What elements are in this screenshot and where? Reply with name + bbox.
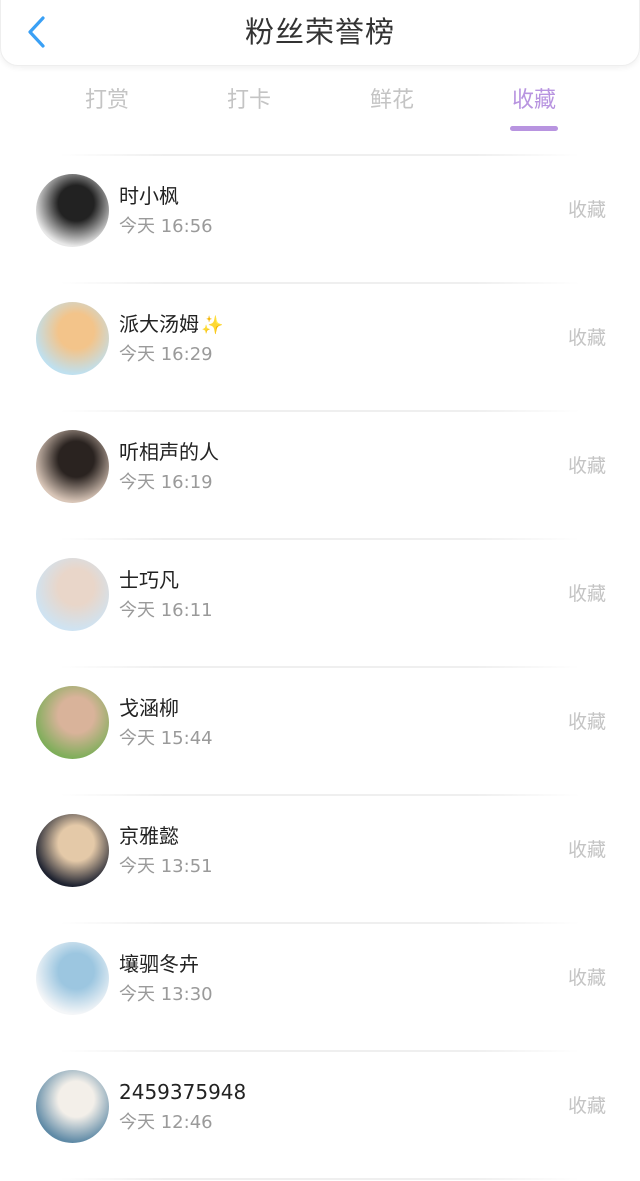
avatar[interactable]: [36, 302, 109, 375]
list-item[interactable]: 时小枫今天 16:56 收藏: [0, 154, 640, 282]
tab-favorites[interactable]: 收藏: [494, 86, 574, 131]
sparkle-icon: ✨: [201, 315, 224, 336]
fan-name-text: 派大汤姆: [119, 312, 199, 336]
favorite-label: 收藏: [567, 327, 606, 349]
fan-name-text: 壤驷冬卉: [119, 952, 199, 976]
top-bar: 粉丝荣誉榜: [0, 0, 640, 66]
list-item[interactable]: 戈涵柳今天 15:44 收藏: [0, 666, 640, 794]
avatar[interactable]: [36, 174, 109, 247]
fan-name: 时小枫: [119, 183, 179, 209]
tab-checkin[interactable]: 打卡: [209, 86, 289, 116]
avatar[interactable]: [36, 942, 109, 1015]
fan-name-text: 戈涵柳: [119, 696, 179, 720]
avatar[interactable]: [36, 1070, 109, 1143]
list-item[interactable]: 壤驷冬卉今天 13:30 收藏: [0, 922, 640, 1050]
timestamp: 今天 16:56: [119, 216, 213, 237]
favorite-label: 收藏: [567, 839, 606, 861]
favorite-label: 收藏: [567, 583, 606, 605]
avatar[interactable]: [36, 686, 109, 759]
timestamp: 今天 13:30: [119, 984, 213, 1005]
avatar[interactable]: [36, 814, 109, 887]
fan-name-text: 士巧凡: [119, 568, 179, 592]
fan-name-text: 京雅懿: [119, 824, 179, 848]
list-item[interactable]: 士巧凡今天 16:11 收藏: [0, 538, 640, 666]
favorite-label: 收藏: [567, 711, 606, 733]
fan-name: 派大汤姆 ✨: [119, 311, 223, 339]
avatar[interactable]: [36, 558, 109, 631]
timestamp: 今天 16:29: [119, 344, 213, 365]
page-title: 粉丝荣誉榜: [244, 15, 395, 49]
favorite-label: 收藏: [567, 455, 606, 477]
tab-bar: 打赏 打卡 鲜花 收藏: [0, 80, 640, 136]
fan-name: 2459375948: [119, 1079, 246, 1105]
list-item[interactable]: 派大汤姆 ✨ 今天 16:29 收藏: [0, 282, 640, 410]
favorite-label: 收藏: [567, 1095, 606, 1117]
active-tab-indicator: [510, 126, 558, 131]
timestamp: 今天 13:51: [119, 856, 213, 877]
favorite-label: 收藏: [567, 199, 606, 221]
timestamp: 今天 15:44: [119, 728, 213, 749]
fan-name: 士巧凡: [119, 567, 179, 593]
list-item[interactable]: 京雅懿今天 13:51 收藏: [0, 794, 640, 922]
fan-name: 京雅懿: [119, 823, 179, 849]
fan-name-text: 时小枫: [119, 184, 179, 208]
list-item[interactable]: 2459375948 今天 12:46 收藏: [0, 1050, 640, 1178]
timestamp: 今天 16:19: [119, 472, 213, 493]
fan-name-text: 听相声的人: [119, 440, 219, 464]
favorite-label: 收藏: [567, 967, 606, 989]
tab-flowers[interactable]: 鲜花: [352, 86, 432, 116]
fan-name: 壤驷冬卉: [119, 951, 199, 977]
avatar[interactable]: [36, 430, 109, 503]
fan-name-text: 2459375948: [119, 1080, 247, 1104]
list-item[interactable]: 听相声的人今天 16:19 收藏: [0, 410, 640, 538]
tab-favorites-label: 收藏: [511, 88, 556, 113]
timestamp: 今天 12:46: [119, 1112, 213, 1133]
row-divider: [60, 1178, 580, 1180]
fan-name: 听相声的人: [119, 439, 219, 465]
tab-reward[interactable]: 打赏: [67, 86, 147, 116]
timestamp: 今天 16:11: [119, 600, 213, 621]
fan-name: 戈涵柳: [119, 695, 179, 721]
